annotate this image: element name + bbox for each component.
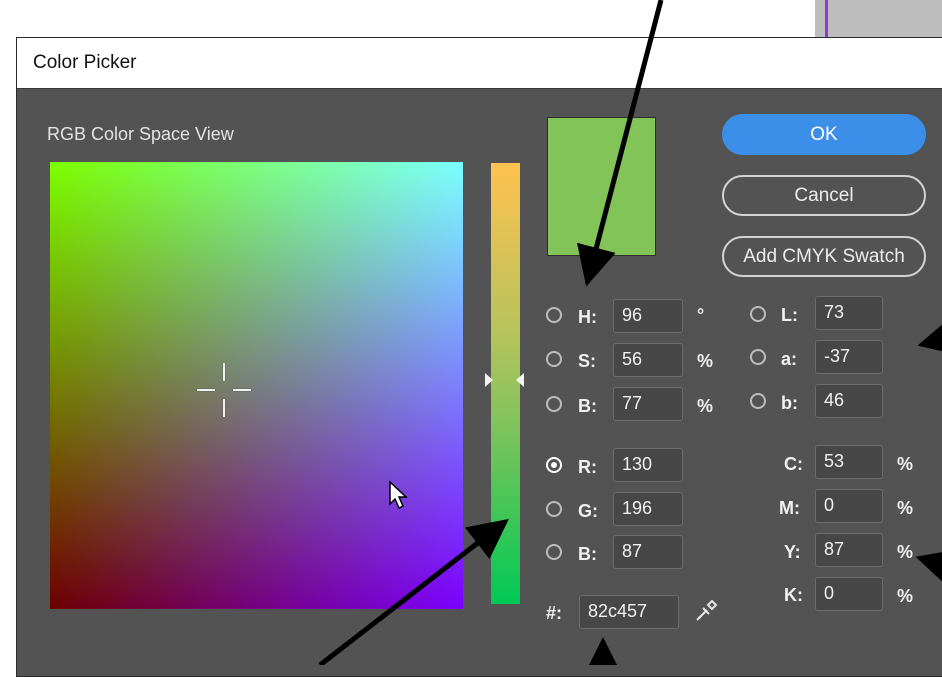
g-input[interactable]: 196: [613, 492, 683, 526]
color-field[interactable]: [50, 162, 463, 609]
radio-b-hsb[interactable]: [546, 396, 562, 412]
radio-h[interactable]: [546, 307, 562, 323]
b-hsb-label: B:: [578, 396, 597, 416]
k-unit: %: [897, 586, 914, 606]
a-label: a:: [781, 349, 798, 369]
k-label: K:: [784, 585, 803, 605]
h-input[interactable]: 96: [613, 299, 683, 333]
b-hsb-input[interactable]: 77: [613, 387, 683, 421]
crosshair-left-stroke: [197, 389, 215, 391]
y-unit: %: [897, 542, 914, 562]
m-label: M:: [779, 498, 800, 518]
c-label: C:: [784, 454, 803, 474]
radio-b-rgb[interactable]: [546, 544, 562, 560]
b-rgb-label: B:: [578, 544, 597, 564]
color-picker-dialog: Color Picker RGB Color Space View OK Can…: [16, 37, 942, 677]
background-image-strip: [815, 0, 942, 40]
l-label: L:: [781, 305, 798, 325]
current-color-swatch: [547, 117, 656, 256]
cancel-button[interactable]: Cancel: [722, 175, 926, 216]
color-space-view-title: RGB Color Space View: [47, 124, 234, 144]
crosshair-icon[interactable]: [197, 363, 251, 417]
y-label: Y:: [784, 542, 801, 562]
b-rgb-input[interactable]: 87: [613, 535, 683, 569]
radio-a[interactable]: [750, 349, 766, 365]
color-field-overlay-gradient: [50, 162, 463, 609]
background-guide-line: [825, 0, 828, 40]
hex-label: #:: [546, 603, 563, 623]
radio-s[interactable]: [546, 351, 562, 367]
add-cmyk-swatch-button[interactable]: Add CMYK Swatch: [722, 236, 926, 277]
b-hsb-unit: %: [697, 396, 714, 416]
m-input[interactable]: 0: [815, 489, 883, 523]
k-input[interactable]: 0: [815, 577, 883, 611]
m-unit: %: [897, 498, 914, 518]
slider-left-handle[interactable]: [485, 373, 493, 387]
hex-input[interactable]: 82c457: [579, 595, 679, 629]
radio-r[interactable]: [546, 457, 562, 473]
radio-b-lab[interactable]: [750, 393, 766, 409]
a-input[interactable]: -37: [815, 340, 883, 374]
title-bar[interactable]: Color Picker: [17, 38, 942, 89]
r-input[interactable]: 130: [613, 448, 683, 482]
c-unit: %: [897, 454, 914, 474]
radio-l[interactable]: [750, 306, 766, 322]
radio-g[interactable]: [546, 501, 562, 517]
crosshair-right-stroke: [233, 389, 251, 391]
l-input[interactable]: 73: [815, 296, 883, 330]
c-input[interactable]: 53: [815, 445, 883, 479]
h-label: H:: [578, 307, 597, 327]
h-unit: °: [697, 305, 705, 325]
s-unit: %: [697, 351, 714, 371]
slider-right-handle[interactable]: [516, 373, 524, 387]
dialog-title: Color Picker: [33, 52, 137, 73]
s-input[interactable]: 56: [613, 343, 683, 377]
r-label: R:: [578, 457, 597, 477]
ok-button[interactable]: OK: [722, 114, 926, 155]
g-label: G:: [578, 501, 598, 521]
b-lab-input[interactable]: 46: [815, 384, 883, 418]
eyedropper-icon[interactable]: [693, 598, 719, 624]
y-input[interactable]: 87: [815, 533, 883, 567]
crosshair-bottom-stroke: [223, 399, 225, 417]
crosshair-top-stroke: [223, 363, 225, 381]
s-label: S:: [578, 351, 596, 371]
b-lab-label: b:: [781, 393, 798, 413]
mouse-pointer-icon: [389, 480, 408, 510]
